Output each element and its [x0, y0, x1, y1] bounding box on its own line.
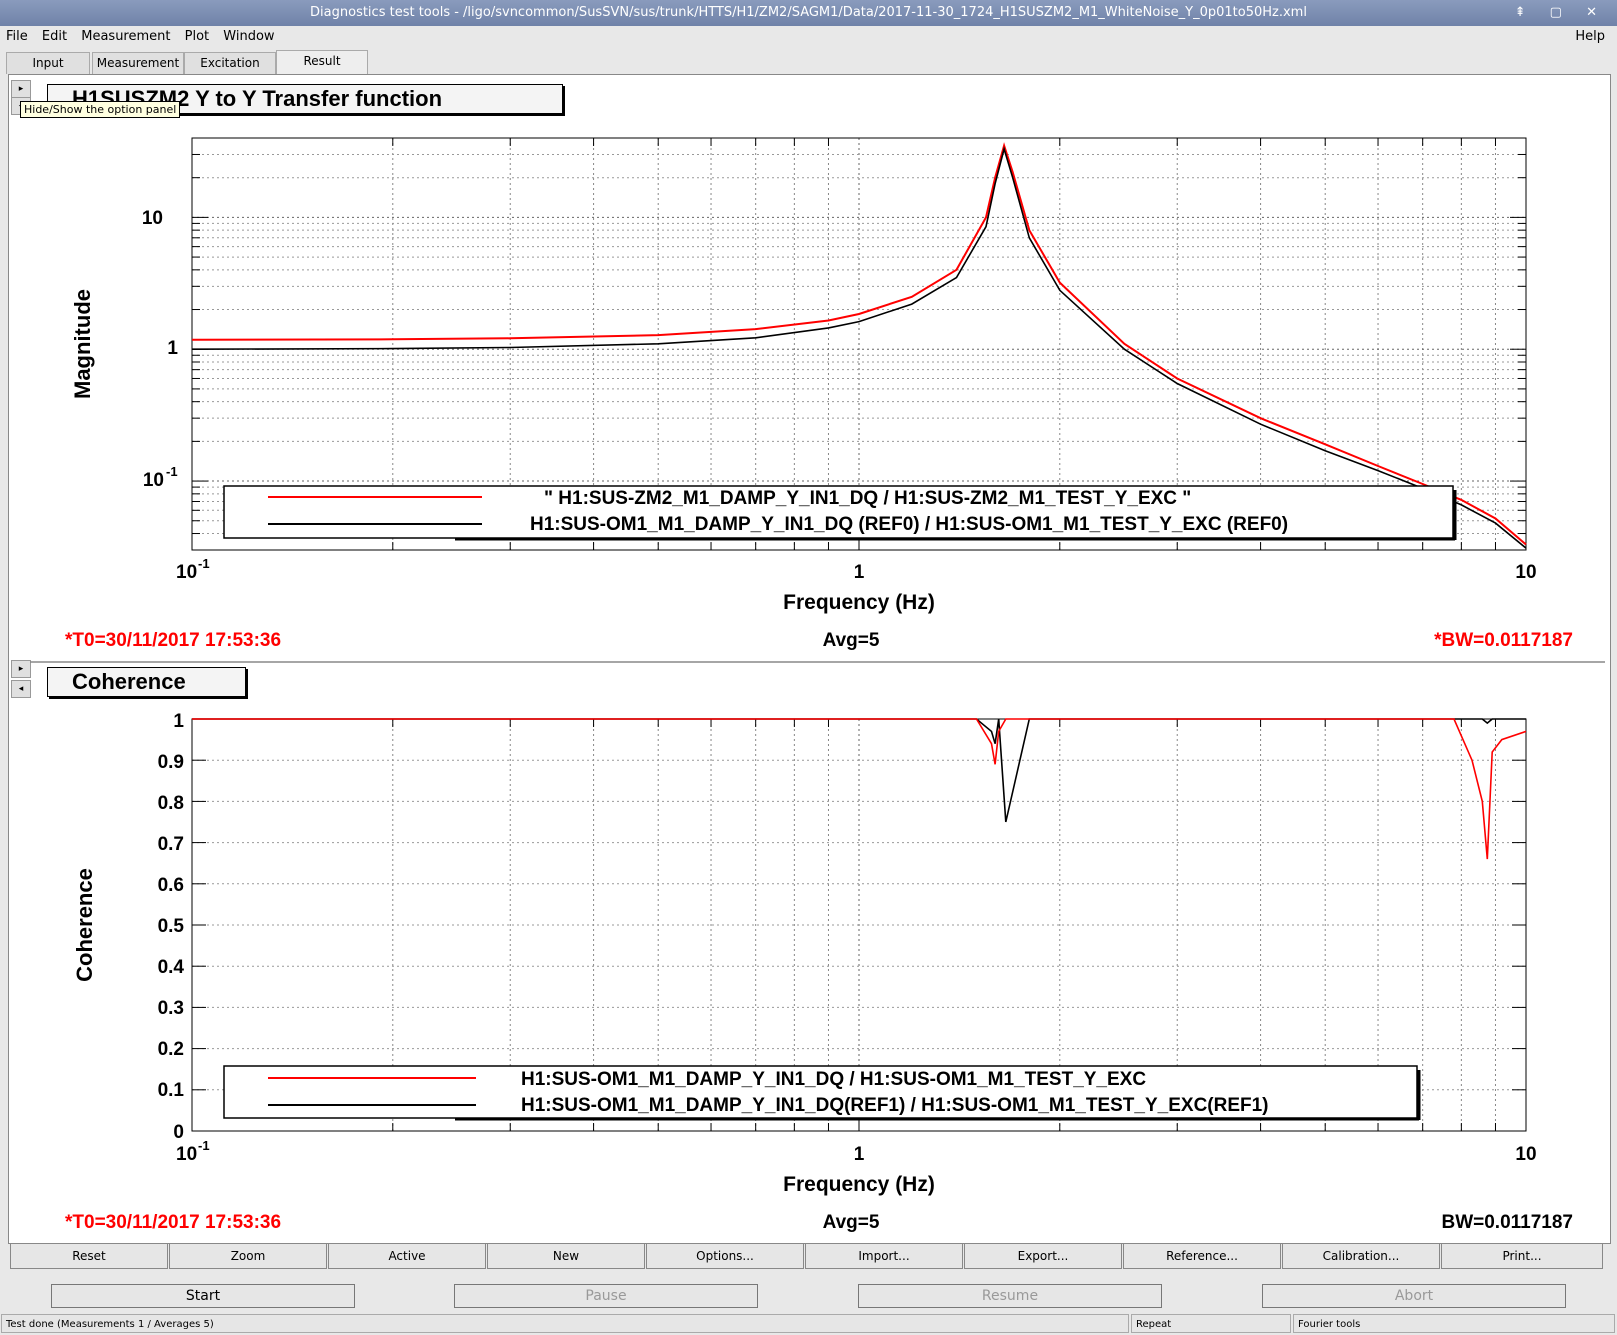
window-title: Diagnostics test tools - /ligo/svncommon… [310, 5, 1307, 20]
menu-file[interactable]: File [6, 29, 28, 44]
export-button[interactable]: Export... [964, 1243, 1122, 1269]
tab-excitation[interactable]: Excitation [184, 52, 276, 74]
active-button[interactable]: Active [328, 1243, 486, 1269]
reset-button[interactable]: Reset [10, 1243, 168, 1269]
tab-measurement[interactable]: Measurement [92, 52, 184, 74]
menu-plot[interactable]: Plot [185, 29, 210, 44]
menu-bar: File Edit Measurement Plot Window Help [0, 26, 1617, 48]
collapse-panel-button-2[interactable]: ◂ [11, 680, 31, 698]
abort-button[interactable]: Abort [1262, 1284, 1566, 1308]
expand-panel-button-2[interactable]: ▸ [11, 660, 31, 678]
option-panel-tooltip: Hide/Show the option panel [20, 101, 181, 118]
coherence-title: Coherence [47, 667, 246, 697]
menu-help[interactable]: Help [1575, 26, 1605, 48]
expand-panel-button[interactable]: ▸ [11, 80, 31, 98]
calibration-button[interactable]: Calibration... [1282, 1243, 1440, 1269]
new-button[interactable]: New [487, 1243, 645, 1269]
menu-window[interactable]: Window [223, 29, 274, 44]
status-repeat: Repeat [1131, 1314, 1291, 1333]
menu-edit[interactable]: Edit [42, 29, 67, 44]
tab-result[interactable]: Result [276, 50, 368, 75]
window-controls[interactable]: ⇞ ▢ ✕ [1515, 0, 1607, 26]
plot-button-row: Reset Zoom Active New Options... Import.… [8, 1243, 1609, 1269]
import-button[interactable]: Import... [805, 1243, 963, 1269]
status-message: Test done (Measurements 1 / Averages 5) [1, 1314, 1129, 1333]
print-button[interactable]: Print... [1441, 1243, 1603, 1269]
start-button[interactable]: Start [51, 1284, 355, 1308]
pause-button[interactable]: Pause [454, 1284, 758, 1308]
status-tool: Fourier tools [1293, 1314, 1615, 1333]
window-titlebar: Diagnostics test tools - /ligo/svncommon… [0, 0, 1617, 26]
zoom-button[interactable]: Zoom [169, 1243, 327, 1269]
reference-button[interactable]: Reference... [1123, 1243, 1281, 1269]
tab-input[interactable]: Input [6, 52, 90, 74]
options-button[interactable]: Options... [646, 1243, 804, 1269]
result-plot-panel [8, 74, 1611, 1244]
resume-button[interactable]: Resume [858, 1284, 1162, 1308]
menu-measurement[interactable]: Measurement [81, 29, 170, 44]
